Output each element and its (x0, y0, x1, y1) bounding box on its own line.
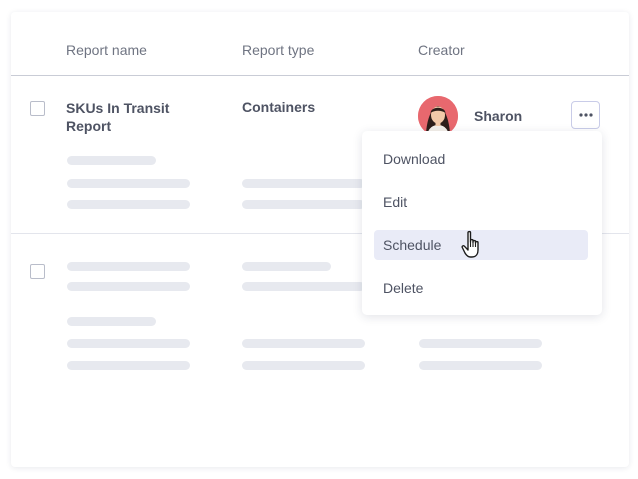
reports-table-card: Report name Report type Creator SKUs In … (11, 12, 629, 467)
creator-name: Sharon (474, 108, 523, 124)
skeleton-line (242, 179, 365, 188)
skeleton-line (67, 200, 190, 209)
skeleton-line (419, 339, 542, 348)
more-horizontal-icon (578, 113, 593, 117)
table-header: Report name Report type Creator (11, 12, 629, 76)
skeleton-line (67, 317, 156, 326)
skeleton-line (67, 262, 190, 271)
skeleton-line (67, 339, 190, 348)
skeleton-line (67, 361, 190, 370)
column-header-creator[interactable]: Creator (418, 42, 465, 58)
skeleton-line (242, 282, 365, 291)
menu-item-edit[interactable]: Edit (374, 187, 588, 217)
avatar-portrait-icon (418, 96, 458, 136)
row-select-checkbox[interactable] (30, 101, 45, 116)
column-header-report-type[interactable]: Report type (242, 42, 314, 58)
row-actions-menu: Download Edit Schedule Delete (362, 131, 602, 315)
hand-pointer-cursor-icon (461, 230, 479, 258)
skeleton-line (419, 361, 542, 370)
avatar (418, 96, 458, 136)
row-actions-button[interactable] (571, 101, 600, 129)
skeleton-line (242, 262, 331, 271)
skeleton-line (67, 156, 156, 165)
menu-item-download[interactable]: Download (374, 144, 588, 174)
report-name-cell[interactable]: SKUs In Transit Report (66, 99, 206, 135)
report-type-cell: Containers (242, 99, 316, 115)
skeleton-line (67, 282, 190, 291)
skeleton-line (67, 179, 190, 188)
skeleton-line (242, 361, 365, 370)
column-header-report-name[interactable]: Report name (66, 42, 147, 58)
skeleton-line (242, 200, 365, 209)
menu-item-delete[interactable]: Delete (374, 273, 588, 303)
row-select-checkbox[interactable] (30, 264, 45, 279)
skeleton-line (242, 339, 365, 348)
